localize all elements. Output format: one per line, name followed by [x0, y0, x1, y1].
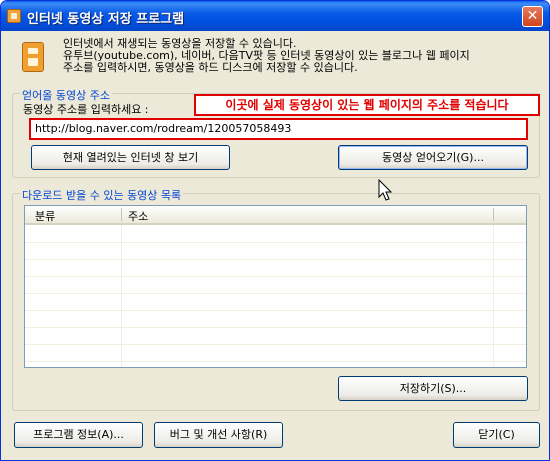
- bug-report-label: 버그 및 개선 사항(R): [169, 428, 268, 441]
- view-browser-window-button[interactable]: 현재 열려있는 인터넷 창 보기: [31, 145, 230, 170]
- main-window: 인터넷 동영상 저장 프로그램 ✕ 인터넷에서 재생되는 동영상을 저장할 수 …: [0, 0, 550, 461]
- save-video-label: 저장하기(S)...: [399, 382, 467, 395]
- column-header-category[interactable]: 분류: [35, 208, 55, 224]
- view-browser-window-label: 현재 열려있는 인터넷 창 보기: [62, 151, 199, 164]
- close-window-button[interactable]: ✕: [522, 6, 543, 27]
- title-bar[interactable]: 인터넷 동영상 저장 프로그램 ✕: [1, 1, 549, 31]
- column-header-address[interactable]: 주소: [128, 208, 148, 224]
- program-info-button[interactable]: 프로그램 정보(A)...: [14, 422, 143, 448]
- intro-line-3: 주소를 입력하시면, 동영상을 하드 디스크에 저장할 수 있습니다.: [63, 61, 358, 74]
- video-list-header: 분류 주소: [25, 206, 526, 225]
- fetch-video-label: 동영상 얻어오기(G)...: [382, 151, 484, 164]
- bug-report-button[interactable]: 버그 및 개선 사항(R): [154, 422, 283, 448]
- intro-text: 인터넷에서 재생되는 동영상을 저장할 수 있습니다. 유투브(youtube.…: [63, 38, 543, 74]
- app-logo-icon: [22, 42, 44, 72]
- close-button[interactable]: 닫기(C): [453, 422, 540, 448]
- save-video-button[interactable]: 저장하기(S)...: [338, 376, 528, 401]
- window-title: 인터넷 동영상 저장 프로그램: [27, 12, 185, 27]
- video-list[interactable]: 분류 주소: [24, 205, 527, 368]
- app-title-icon: [7, 9, 21, 23]
- video-url-input[interactable]: http://blog.naver.com/rodream/1200570584…: [29, 118, 528, 140]
- close-label: 닫기(C): [478, 428, 515, 441]
- url-hint-callout: 이곳에 실제 동영상이 있는 웹 페이지의 주소를 적습니다: [194, 94, 540, 116]
- download-group-label: 다운로드 받을 수 있는 동영상 목록: [20, 187, 184, 203]
- program-info-label: 프로그램 정보(A)...: [33, 428, 124, 441]
- url-field-label: 동영상 주소를 입력하세요 :: [23, 103, 149, 116]
- fetch-video-button[interactable]: 동영상 얻어오기(G)...: [338, 145, 528, 170]
- mouse-cursor-icon: [378, 179, 393, 201]
